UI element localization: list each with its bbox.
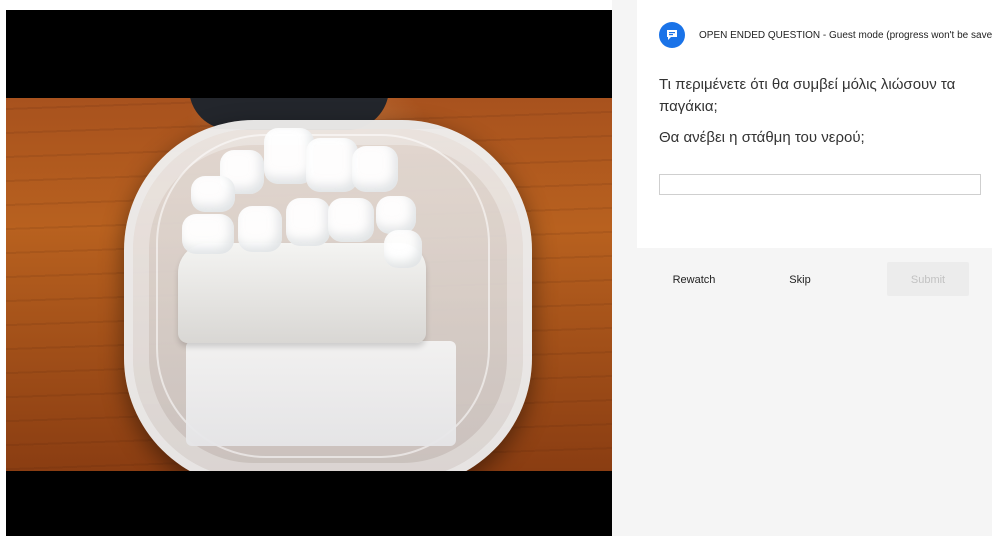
ice-cube — [384, 230, 422, 268]
rewatch-button[interactable]: Rewatch — [662, 262, 726, 296]
question-line-2: Θα ανέβει η στάθμη του νερού; — [659, 129, 865, 146]
ice-cube — [306, 138, 358, 192]
ice-cube — [352, 146, 398, 192]
question-header: OPEN ENDED QUESTION - Guest mode (progre… — [699, 30, 992, 41]
ice-cube — [286, 198, 330, 246]
submit-button[interactable]: Submit — [887, 262, 969, 296]
ice-cube — [238, 206, 282, 252]
ice-cube — [182, 214, 234, 254]
skip-button[interactable]: Skip — [772, 262, 828, 296]
question-type: OPEN ENDED QUESTION — [699, 30, 821, 41]
video-player[interactable] — [6, 10, 612, 536]
water — [186, 341, 456, 446]
answer-input[interactable] — [659, 174, 981, 195]
panel-gap — [612, 0, 637, 248]
ice-cube — [191, 176, 235, 212]
question-text: Τι περιμένετε ότι θα συμβεί μόλις λιώσου… — [659, 74, 979, 158]
guest-mode-note: - Guest mode (progress won't be saved) — [820, 30, 992, 41]
ice-cube — [328, 198, 374, 242]
question-line-1: Τι περιμένετε ότι θα συμβεί μόλις λιώσου… — [659, 76, 956, 115]
ice-cube — [376, 196, 416, 234]
chat-bubble-icon — [659, 22, 685, 48]
video-frame — [6, 98, 612, 471]
question-panel: OPEN ENDED QUESTION - Guest mode (progre… — [637, 0, 992, 248]
